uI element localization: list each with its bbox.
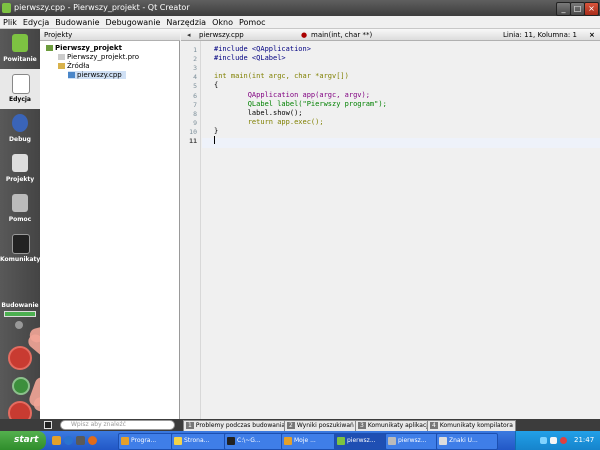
volume-icon[interactable] bbox=[550, 437, 557, 444]
editor-toolbar: ◂ pierwszy.cpp ● main(int, char **) Lini… bbox=[181, 29, 600, 41]
code-line: QLabel label("Pierwszy program"); bbox=[214, 99, 387, 108]
close-editor-icon[interactable]: × bbox=[589, 29, 595, 41]
menu-budowanie[interactable]: Budowanie bbox=[52, 16, 102, 29]
console-icon bbox=[227, 437, 235, 445]
cpp-file-icon bbox=[68, 72, 75, 78]
line-number: 3 bbox=[193, 64, 197, 73]
code-editor[interactable]: #include <QApplication> #include <QLabel>… bbox=[202, 41, 600, 419]
document-icon bbox=[174, 437, 182, 445]
open-file-selector[interactable]: pierwszy.cpp bbox=[199, 29, 244, 41]
toggle-sidebar-icon[interactable] bbox=[44, 421, 52, 429]
qt-logo-icon bbox=[12, 34, 28, 52]
line-number: 11 bbox=[189, 137, 197, 145]
tree-item-pro-file[interactable]: Pierwszy_projekt.pro bbox=[58, 53, 139, 61]
file-icon bbox=[58, 54, 65, 60]
help-book-icon bbox=[12, 194, 28, 212]
project-tree: Pierwszy_projekt Pierwszy_projekt.pro Źr… bbox=[40, 41, 180, 419]
folder-icon bbox=[121, 437, 129, 445]
line-number: 2 bbox=[193, 55, 197, 64]
line-number: 8 bbox=[193, 109, 197, 118]
system-tray: 21:47 bbox=[515, 431, 600, 450]
tree-item-cpp-file[interactable]: pierwszy.cpp bbox=[68, 71, 126, 79]
output-monitor-icon bbox=[12, 234, 30, 254]
line-number: 9 bbox=[193, 118, 197, 127]
code-line: #include <QLabel> bbox=[214, 54, 286, 63]
edit-document-icon bbox=[12, 74, 30, 94]
code-line: QApplication app(argc, argv); bbox=[214, 90, 370, 99]
code-line: } bbox=[214, 126, 219, 135]
projects-icon bbox=[12, 154, 28, 172]
line-number: 10 bbox=[189, 127, 197, 136]
mode-debug[interactable]: Debug bbox=[0, 109, 40, 149]
browser-icon[interactable] bbox=[64, 436, 73, 445]
mode-welcome[interactable]: Powitanie bbox=[0, 29, 40, 69]
mode-edit[interactable]: Edycja bbox=[0, 69, 40, 109]
mode-projects[interactable]: Projekty bbox=[0, 149, 40, 189]
firefox-icon[interactable] bbox=[88, 436, 97, 445]
qt-creator-icon bbox=[337, 437, 345, 445]
menu-bar: Plik Edycja Budowanie Debugowanie Narzędzia O… bbox=[0, 16, 600, 29]
mode-help[interactable]: Pomoc bbox=[0, 189, 40, 229]
close-button[interactable]: × bbox=[584, 2, 599, 16]
window-title: pierwszy.cpp - Pierwszy_projekt - Qt Cre… bbox=[14, 3, 190, 12]
cursor-position: Linia: 11, Kolumna: 1 bbox=[503, 31, 577, 39]
line-number: 6 bbox=[193, 91, 197, 100]
symbol-icon: ● bbox=[301, 31, 308, 39]
menu-pomoc[interactable]: Pomoc bbox=[236, 16, 269, 29]
mode-sidebar: Powitanie Edycja Debug Projekty Pomoc Ko… bbox=[0, 29, 40, 425]
window-icon bbox=[388, 437, 396, 445]
code-line: return app.exec(); bbox=[214, 117, 324, 126]
menu-okno[interactable]: Okno bbox=[209, 16, 236, 29]
menu-edycja[interactable]: Edycja bbox=[20, 16, 52, 29]
folder-icon bbox=[284, 437, 292, 445]
locator-input[interactable]: Wpisz aby znaleźć bbox=[60, 420, 175, 430]
menu-debugowanie[interactable]: Debugowanie bbox=[103, 16, 164, 29]
run-button[interactable] bbox=[8, 346, 32, 370]
clock[interactable]: 21:47 bbox=[574, 431, 594, 450]
target-selector-icon[interactable] bbox=[15, 321, 23, 329]
mode-output[interactable]: Komunikaty bbox=[0, 229, 40, 269]
symbol-selector[interactable]: main(int, char **) bbox=[311, 29, 372, 41]
security-icon[interactable] bbox=[560, 437, 567, 444]
line-number: 5 bbox=[193, 82, 197, 91]
folder-icon bbox=[58, 63, 65, 69]
menu-plik[interactable]: Plik bbox=[0, 16, 20, 29]
text-cursor bbox=[214, 136, 215, 144]
tree-item-sources[interactable]: Źródła bbox=[58, 62, 90, 70]
charmap-icon bbox=[439, 437, 447, 445]
qt-creator-app-icon bbox=[2, 3, 11, 13]
line-number: 4 bbox=[193, 73, 197, 82]
minimize-button[interactable]: _ bbox=[556, 2, 571, 16]
quick-launch bbox=[52, 434, 112, 447]
projects-view-selector[interactable]: Projekty bbox=[44, 31, 72, 39]
project-folder-icon bbox=[46, 45, 53, 51]
explorer-icon[interactable] bbox=[52, 436, 61, 445]
maximize-button[interactable]: □ bbox=[570, 2, 585, 16]
build-section-label: Budowanie bbox=[1, 302, 39, 309]
projects-pane-header: Projekty bbox=[40, 29, 180, 41]
nav-back-icon[interactable]: ◂ bbox=[187, 29, 191, 41]
line-number: 7 bbox=[193, 100, 197, 109]
desktop-icon[interactable] bbox=[76, 436, 85, 445]
debug-bug-icon bbox=[12, 114, 28, 132]
code-line: { bbox=[214, 81, 219, 90]
line-number-gutter: 1 2 3 4 5 6 7 8 9 10 11 bbox=[181, 41, 201, 419]
debug-run-button[interactable] bbox=[12, 377, 30, 395]
code-line: int main(int argc, char *argv[]) bbox=[214, 72, 349, 81]
build-progress-bar bbox=[4, 311, 36, 317]
menu-narzedzia[interactable]: Narzędzia bbox=[163, 16, 209, 29]
network-icon[interactable] bbox=[540, 437, 547, 444]
code-line: #include <QApplication> bbox=[214, 45, 311, 53]
task-charmap[interactable]: Znaki U... bbox=[436, 433, 498, 450]
line-number: 1 bbox=[193, 46, 197, 54]
title-bar: pierwszy.cpp - Pierwszy_projekt - Qt Cre… bbox=[0, 0, 600, 16]
code-line: label.show(); bbox=[214, 108, 303, 117]
tree-item-project[interactable]: Pierwszy_projekt bbox=[46, 44, 122, 52]
start-button[interactable]: start bbox=[0, 431, 46, 450]
